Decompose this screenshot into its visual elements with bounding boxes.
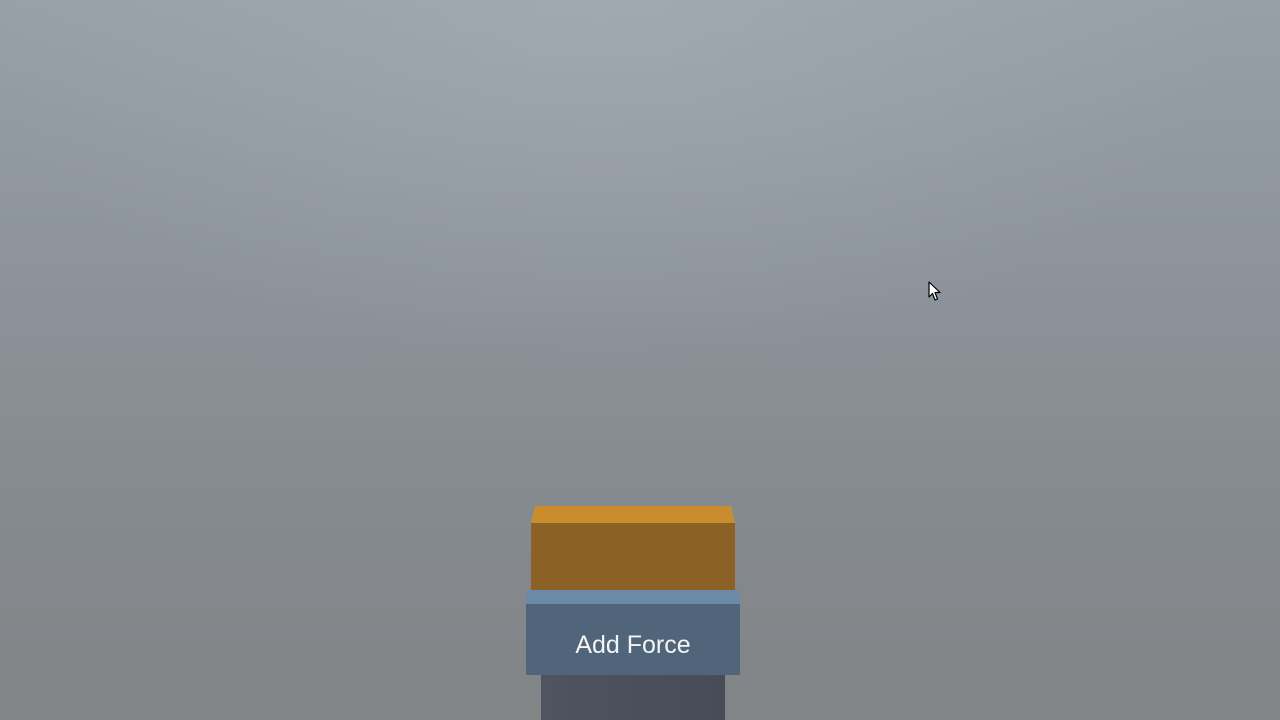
add-force-label: Add Force <box>575 631 691 659</box>
orange-box-front-face <box>531 523 735 590</box>
orange-box-top-face <box>531 506 735 523</box>
add-force-button[interactable]: Add Force <box>526 604 740 675</box>
platform-top-face <box>526 590 740 604</box>
platform-pillar <box>541 675 725 720</box>
game-viewport[interactable]: Add Force <box>0 0 1280 720</box>
orange-box <box>531 506 735 590</box>
mouse-pointer-icon <box>928 281 942 302</box>
